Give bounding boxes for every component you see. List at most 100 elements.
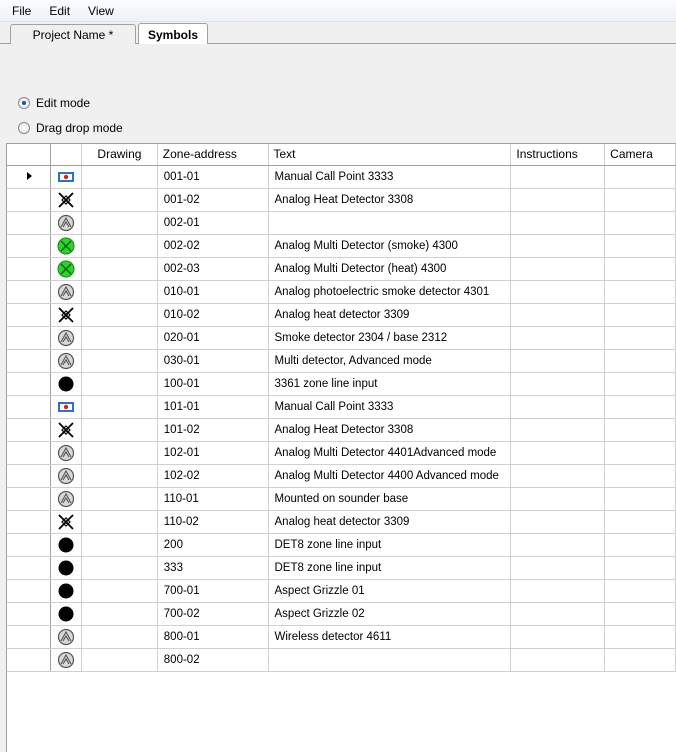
menu-edit[interactable]: Edit bbox=[40, 1, 79, 21]
instructions-cell[interactable] bbox=[510, 326, 606, 350]
text-cell[interactable]: Analog photoelectric smoke detector 4301 bbox=[268, 280, 512, 304]
zone-address-cell[interactable]: 101-01 bbox=[157, 395, 269, 419]
instructions-cell[interactable] bbox=[510, 349, 606, 373]
zone-address-cell[interactable]: 020-01 bbox=[157, 326, 269, 350]
symbol-cell[interactable] bbox=[50, 257, 83, 281]
symbol-cell[interactable] bbox=[50, 487, 83, 511]
table-row[interactable]: 100-01 3361 zone line input bbox=[7, 372, 676, 396]
row-header[interactable] bbox=[7, 303, 52, 327]
row-header[interactable] bbox=[7, 533, 52, 557]
table-row[interactable]: 002-02 Analog Multi Detector (smoke) 4300 bbox=[7, 234, 676, 258]
text-cell[interactable]: Aspect Grizzle 01 bbox=[268, 579, 512, 603]
zone-address-cell[interactable]: 001-02 bbox=[157, 188, 269, 212]
zone-address-cell[interactable]: 102-01 bbox=[157, 441, 269, 465]
text-cell[interactable]: DET8 zone line input bbox=[268, 533, 512, 557]
symbol-cell[interactable] bbox=[50, 280, 83, 304]
zone-address-cell[interactable]: 700-01 bbox=[157, 579, 269, 603]
zone-address-cell[interactable]: 002-02 bbox=[157, 234, 269, 258]
zone-address-cell[interactable]: 002-01 bbox=[157, 211, 269, 235]
camera-cell[interactable] bbox=[604, 372, 676, 396]
drawing-cell[interactable] bbox=[81, 326, 158, 350]
instructions-cell[interactable] bbox=[510, 418, 606, 442]
text-cell[interactable]: Manual Call Point 3333 bbox=[268, 165, 512, 189]
row-header[interactable] bbox=[7, 579, 52, 603]
instructions-cell[interactable] bbox=[510, 280, 606, 304]
table-row[interactable]: 800-01 Wireless detector 4611 bbox=[7, 625, 676, 649]
instructions-cell[interactable] bbox=[510, 579, 606, 603]
text-cell[interactable]: Aspect Grizzle 02 bbox=[268, 602, 512, 626]
column-header-zone-address[interactable]: Zone-address bbox=[157, 144, 269, 166]
instructions-cell[interactable] bbox=[510, 165, 606, 189]
table-row[interactable]: 700-01 Aspect Grizzle 01 bbox=[7, 579, 676, 603]
camera-cell[interactable] bbox=[604, 211, 676, 235]
table-row[interactable]: 002-03 Analog Multi Detector (heat) 4300 bbox=[7, 257, 676, 281]
table-row[interactable]: 101-01 Manual Call Point 3333 bbox=[7, 395, 676, 419]
instructions-cell[interactable] bbox=[510, 441, 606, 465]
camera-cell[interactable] bbox=[604, 257, 676, 281]
table-row[interactable]: 101-02 Analog Heat Detector 3308 bbox=[7, 418, 676, 442]
camera-cell[interactable] bbox=[604, 625, 676, 649]
text-cell[interactable]: Analog Heat Detector 3308 bbox=[268, 188, 512, 212]
instructions-cell[interactable] bbox=[510, 188, 606, 212]
drag-drop-mode-option[interactable]: Drag drop mode bbox=[18, 121, 123, 135]
zone-address-cell[interactable]: 002-03 bbox=[157, 257, 269, 281]
zone-address-cell[interactable]: 333 bbox=[157, 556, 269, 580]
camera-cell[interactable] bbox=[604, 533, 676, 557]
drawing-cell[interactable] bbox=[81, 487, 158, 511]
text-cell[interactable]: Mounted on sounder base bbox=[268, 487, 512, 511]
camera-cell[interactable] bbox=[604, 165, 676, 189]
zone-address-cell[interactable]: 030-01 bbox=[157, 349, 269, 373]
symbol-cell[interactable] bbox=[50, 326, 83, 350]
row-header[interactable] bbox=[7, 326, 52, 350]
zone-address-cell[interactable]: 700-02 bbox=[157, 602, 269, 626]
text-cell[interactable] bbox=[268, 211, 512, 235]
table-row[interactable]: 030-01 Multi detector, Advanced mode bbox=[7, 349, 676, 373]
drawing-cell[interactable] bbox=[81, 556, 158, 580]
row-header[interactable] bbox=[7, 625, 52, 649]
table-row[interactable]: 110-01 Mounted on sounder base bbox=[7, 487, 676, 511]
text-cell[interactable]: Wireless detector 4611 bbox=[268, 625, 512, 649]
table-row[interactable]: 001-02 Analog Heat Detector 3308 bbox=[7, 188, 676, 212]
symbol-cell[interactable] bbox=[50, 510, 83, 534]
symbol-cell[interactable] bbox=[50, 441, 83, 465]
camera-cell[interactable] bbox=[604, 602, 676, 626]
symbol-cell[interactable] bbox=[50, 211, 83, 235]
instructions-cell[interactable] bbox=[510, 487, 606, 511]
row-header[interactable] bbox=[7, 602, 52, 626]
camera-cell[interactable] bbox=[604, 303, 676, 327]
instructions-cell[interactable] bbox=[510, 234, 606, 258]
table-row[interactable]: 200 DET8 zone line input bbox=[7, 533, 676, 557]
tab-symbols[interactable]: Symbols bbox=[138, 23, 208, 45]
drawing-cell[interactable] bbox=[81, 648, 158, 672]
instructions-cell[interactable] bbox=[510, 372, 606, 396]
row-header[interactable] bbox=[7, 648, 52, 672]
instructions-cell[interactable] bbox=[510, 211, 606, 235]
camera-cell[interactable] bbox=[604, 280, 676, 304]
table-row[interactable]: 010-02 Analog heat detector 3309 bbox=[7, 303, 676, 327]
zone-address-cell[interactable]: 200 bbox=[157, 533, 269, 557]
camera-cell[interactable] bbox=[604, 579, 676, 603]
camera-cell[interactable] bbox=[604, 188, 676, 212]
row-header[interactable] bbox=[7, 556, 52, 580]
row-header[interactable] bbox=[7, 165, 52, 189]
drawing-cell[interactable] bbox=[81, 303, 158, 327]
drawing-cell[interactable] bbox=[81, 211, 158, 235]
camera-cell[interactable] bbox=[604, 418, 676, 442]
zone-address-cell[interactable]: 101-02 bbox=[157, 418, 269, 442]
drawing-cell[interactable] bbox=[81, 349, 158, 373]
text-cell[interactable]: Analog heat detector 3309 bbox=[268, 303, 512, 327]
camera-cell[interactable] bbox=[604, 395, 676, 419]
zone-address-cell[interactable]: 800-02 bbox=[157, 648, 269, 672]
text-cell[interactable]: Analog Multi Detector (heat) 4300 bbox=[268, 257, 512, 281]
camera-cell[interactable] bbox=[604, 556, 676, 580]
drawing-cell[interactable] bbox=[81, 165, 158, 189]
text-cell[interactable] bbox=[268, 648, 512, 672]
drawing-cell[interactable] bbox=[81, 464, 158, 488]
text-cell[interactable]: DET8 zone line input bbox=[268, 556, 512, 580]
table-row[interactable]: 002-01 bbox=[7, 211, 676, 235]
table-row[interactable]: 020-01 Smoke detector 2304 / base 2312 bbox=[7, 326, 676, 350]
text-cell[interactable]: Multi detector, Advanced mode bbox=[268, 349, 512, 373]
row-header[interactable] bbox=[7, 487, 52, 511]
table-row[interactable]: 700-02 Aspect Grizzle 02 bbox=[7, 602, 676, 626]
camera-cell[interactable] bbox=[604, 464, 676, 488]
